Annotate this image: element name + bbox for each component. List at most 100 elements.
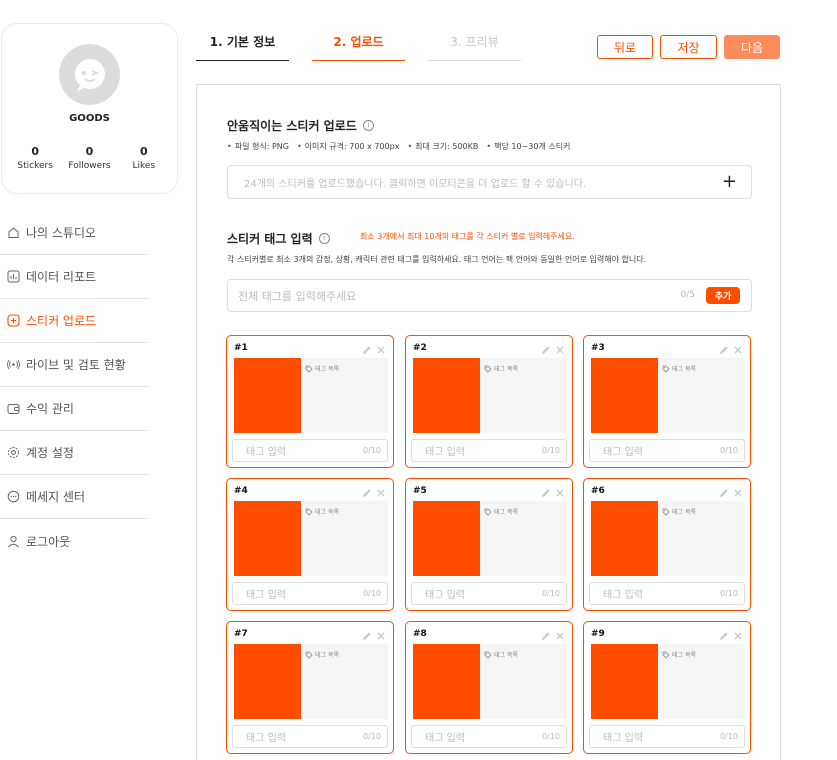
- sticker-card[interactable]: #3 태그 목록태그 입력 0/10: [583, 335, 751, 468]
- tab-basic-info[interactable]: 1. 기본 정보: [196, 28, 289, 61]
- tab-preview[interactable]: 3. 프리뷰: [428, 28, 521, 61]
- close-icon[interactable]: [375, 484, 387, 497]
- all-tags-input[interactable]: 전체 태그를 입력해주세요 0/5 추가: [227, 279, 752, 312]
- sticker-number: #3: [591, 343, 605, 353]
- sticker-tag-count: 0/10: [363, 446, 381, 455]
- sticker-image[interactable]: [591, 644, 658, 719]
- close-icon[interactable]: [375, 341, 387, 354]
- card-actions: [538, 484, 566, 497]
- tag-list-text: 태그 목록: [315, 366, 339, 373]
- tag-icon: [484, 651, 492, 659]
- sticker-tag-input[interactable]: 태그 입력 0/10: [589, 582, 745, 605]
- avatar[interactable]: [59, 44, 120, 105]
- tag-list-label: 태그 목록: [484, 364, 518, 373]
- spec-item: 최대 크기: 500KB: [407, 141, 478, 152]
- all-tags-placeholder: 전체 태그를 입력해주세요: [238, 289, 357, 303]
- sticker-tag-input[interactable]: 태그 입력 0/10: [589, 725, 745, 748]
- sticker-tag-input[interactable]: 태그 입력 0/10: [411, 439, 567, 462]
- sticker-card[interactable]: #1 태그 목록 태그 입력 0/10: [226, 335, 394, 468]
- edit-icon[interactable]: [361, 627, 373, 640]
- info-icon[interactable]: i: [362, 120, 374, 131]
- close-icon[interactable]: [554, 484, 566, 497]
- tag-list-text: 태그 목록: [315, 652, 339, 659]
- sticker-number: #6: [591, 486, 605, 496]
- save-button[interactable]: 저장: [660, 35, 717, 59]
- card-actions: [716, 627, 744, 640]
- sticker-image[interactable]: [413, 358, 480, 433]
- close-icon[interactable]: [554, 341, 566, 354]
- edit-icon[interactable]: [718, 627, 730, 640]
- card-actions: [716, 341, 744, 354]
- stat-value: 0: [85, 145, 94, 158]
- plus-icon[interactable]: +: [722, 172, 737, 192]
- edit-icon[interactable]: [718, 484, 730, 497]
- sidebar-item-upload[interactable]: 스티커 업로드: [0, 299, 149, 343]
- sticker-image[interactable]: [234, 501, 301, 576]
- sticker-image[interactable]: [234, 644, 301, 719]
- back-button[interactable]: 뒤로: [597, 35, 653, 59]
- close-icon[interactable]: [375, 627, 387, 640]
- add-tag-button[interactable]: 추가: [706, 287, 740, 304]
- sticker-tag-count: 0/10: [542, 732, 560, 741]
- next-button[interactable]: 다음: [724, 35, 780, 59]
- sidebar-item-report[interactable]: 데이터 리포트: [0, 255, 149, 299]
- sticker-image[interactable]: [591, 501, 658, 576]
- sticker-tag-input[interactable]: 태그 입력 0/10: [232, 439, 388, 462]
- sticker-tag-placeholder: 태그 입력: [425, 447, 465, 458]
- sticker-tag-input[interactable]: 태그 입력 0/10: [411, 582, 567, 605]
- close-icon[interactable]: [732, 341, 744, 354]
- sidebar-item-settings[interactable]: 계정 설정: [0, 431, 149, 475]
- tab-upload[interactable]: 2. 업로드: [312, 28, 405, 61]
- sticker-tag-count: 0/10: [542, 446, 560, 455]
- sticker-card[interactable]: #2 태그 목록 태그 입력 0/10: [405, 335, 573, 468]
- card-actions: [359, 627, 387, 640]
- sticker-tag-placeholder: 태그 입력: [603, 447, 643, 458]
- profile-name: GOODS: [69, 113, 110, 124]
- sidebar-item-label: 로그아웃: [26, 534, 71, 549]
- sticker-card[interactable]: #4 태그 목록 태그 입력 0/10: [226, 478, 394, 611]
- tag-icon: [305, 365, 313, 373]
- edit-icon[interactable]: [540, 627, 552, 640]
- tag-list-text: 태그 목록: [494, 366, 518, 373]
- info-icon[interactable]: i: [318, 233, 330, 244]
- sticker-card[interactable]: #9 태그 목록 태그 입력 0/10: [583, 621, 751, 754]
- close-icon[interactable]: [732, 484, 744, 497]
- edit-icon[interactable]: [540, 484, 552, 497]
- sticker-tag-count: 0/10: [363, 589, 381, 598]
- edit-icon[interactable]: [361, 341, 373, 354]
- sidebar-item-revenue[interactable]: 수익 관리: [0, 387, 149, 431]
- sidebar-item-messages[interactable]: 메세지 센터: [0, 475, 149, 519]
- sticker-card[interactable]: #8 태그 목록 태그 입력 0/10: [405, 621, 573, 754]
- sticker-tag-input[interactable]: 태그 입력 0/10: [232, 582, 388, 605]
- edit-icon[interactable]: [361, 484, 373, 497]
- edit-icon[interactable]: [540, 341, 552, 354]
- upload-dropzone[interactable]: 24개의 스티커를 업로드했습니다. 클릭하면 이모티콘을 더 업로드 할 수 …: [227, 165, 752, 199]
- sidebar-item-logout[interactable]: 로그아웃: [0, 519, 149, 563]
- sticker-card[interactable]: #6 태그 목록 태그 입력 0/10: [583, 478, 751, 611]
- sticker-image[interactable]: [591, 358, 658, 433]
- sticker-card[interactable]: #5 태그 목록 태그 입력 0/10: [405, 478, 573, 611]
- sticker-card[interactable]: #7 태그 목록 태그 입력 0/10: [226, 621, 394, 754]
- sidebar-item-label: 데이터 리포트: [26, 270, 97, 284]
- sidebar-item-studio[interactable]: 나의 스튜디오: [0, 211, 149, 255]
- tag-list-label: 태그 목록: [662, 364, 696, 373]
- sticker-tag-placeholder: 태그 입력: [246, 447, 286, 458]
- sticker-image[interactable]: [234, 358, 301, 433]
- upload-section-title: 안움직이는 스티커 업로드 i: [227, 117, 374, 134]
- plus-square-icon: [6, 314, 20, 328]
- sidebar-item-label: 스티커 업로드: [26, 314, 97, 328]
- tag-count: 0/5: [680, 290, 695, 300]
- stat-value: 0: [31, 145, 39, 158]
- sticker-number: #8: [413, 629, 427, 639]
- close-icon[interactable]: [732, 627, 744, 640]
- sticker-tag-input[interactable]: 태그 입력 0/10: [232, 725, 388, 748]
- sidebar-item-review-status[interactable]: 라이브 및 검토 현황: [0, 343, 149, 387]
- stat-label: Followers: [68, 161, 111, 171]
- chat-icon: [6, 490, 20, 504]
- sticker-image[interactable]: [413, 501, 480, 576]
- close-icon[interactable]: [554, 627, 566, 640]
- sticker-tag-input[interactable]: 태그 입력 0/10: [589, 439, 745, 462]
- sticker-image[interactable]: [413, 644, 480, 719]
- edit-icon[interactable]: [718, 341, 730, 354]
- sticker-tag-input[interactable]: 태그 입력 0/10: [411, 725, 567, 748]
